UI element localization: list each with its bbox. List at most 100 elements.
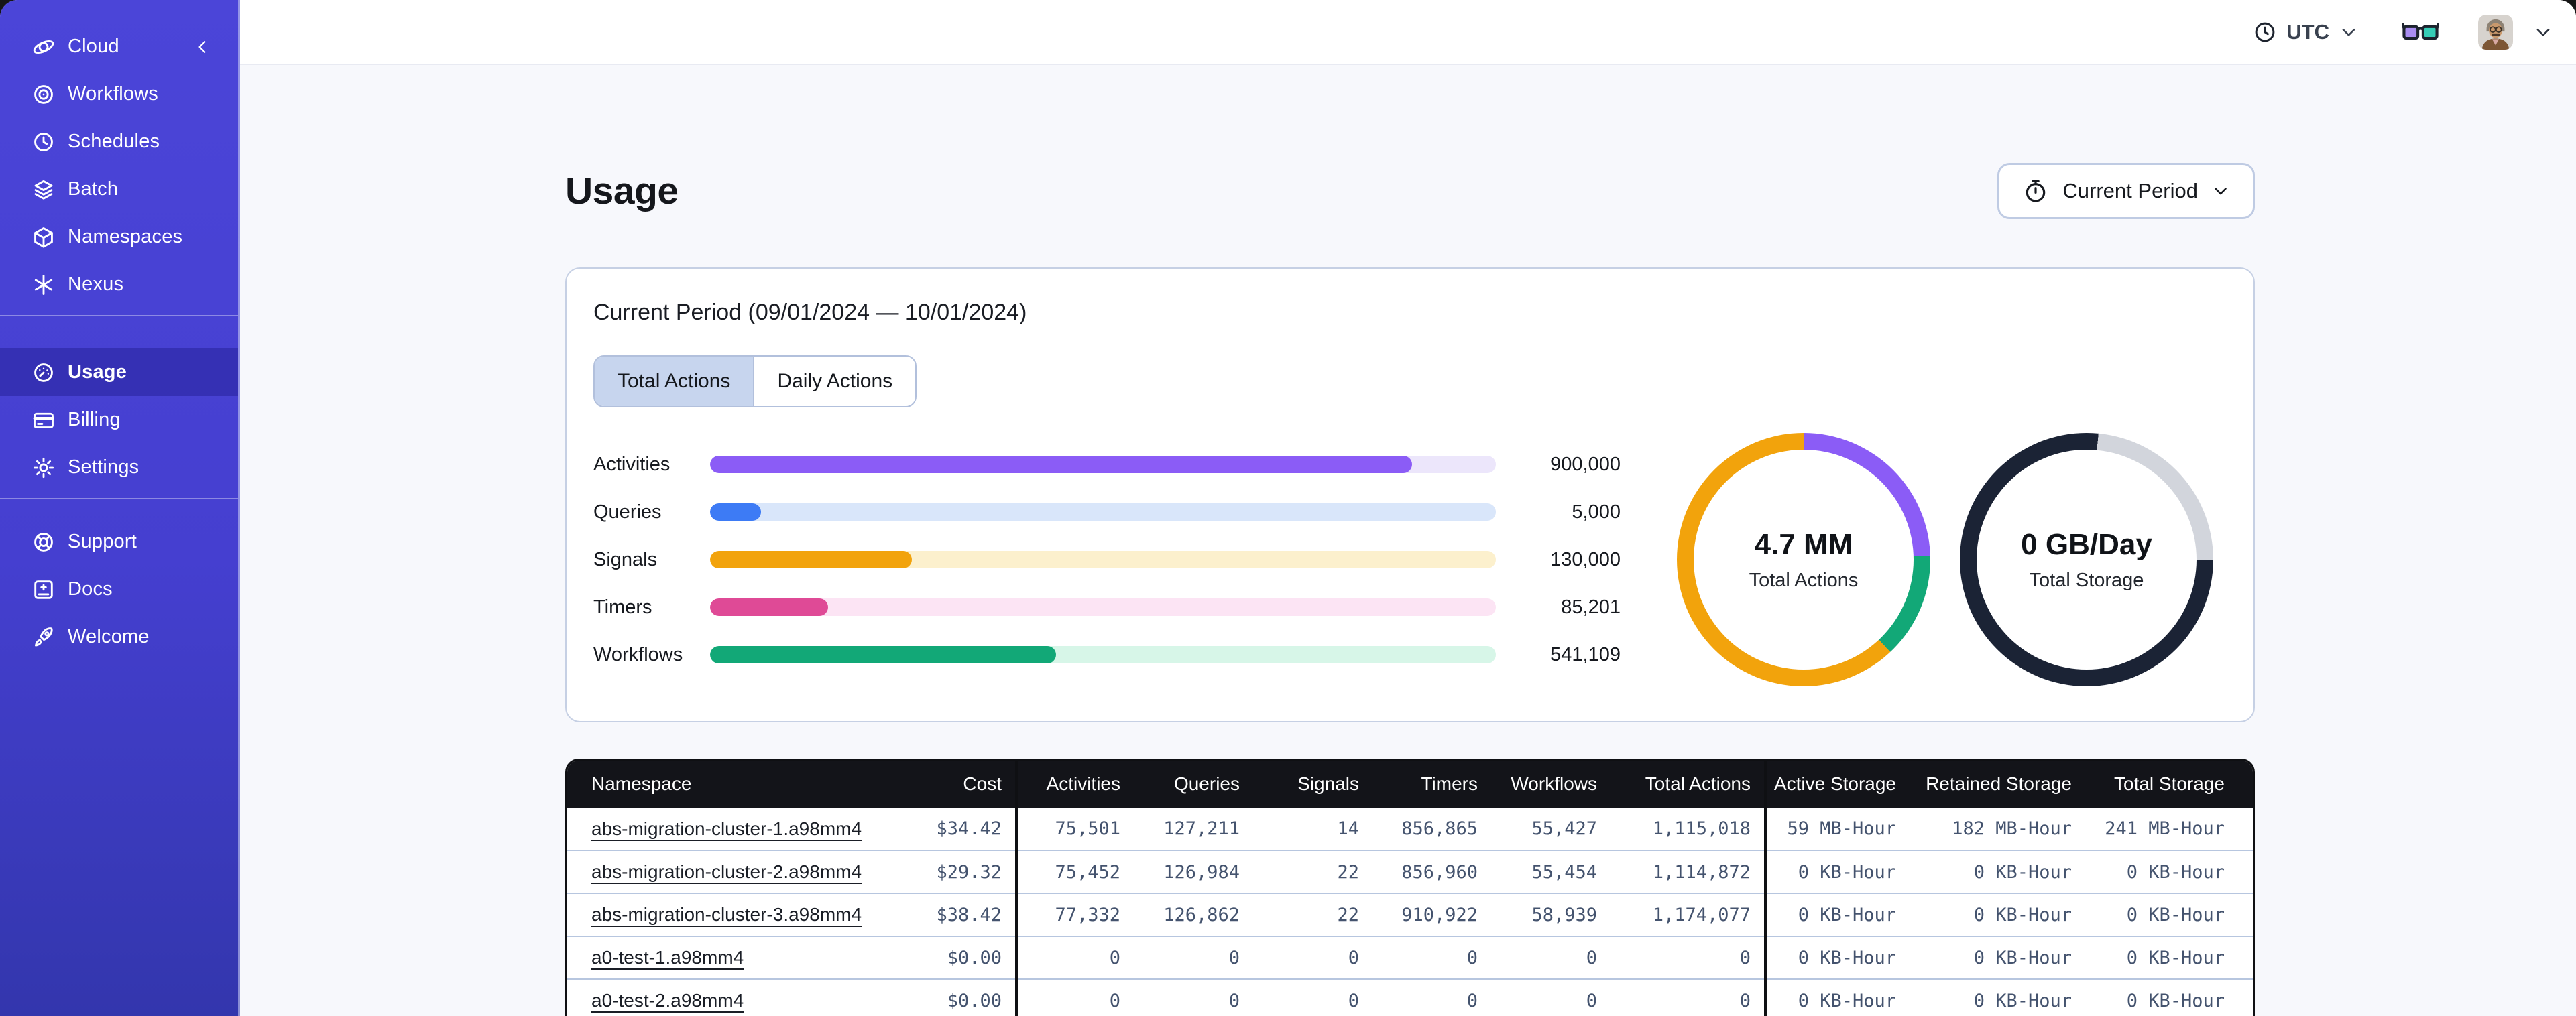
sidebar-item-label: Support — [68, 531, 137, 552]
bar-fill — [710, 646, 1056, 663]
sidebar-item-label: Batch — [68, 178, 119, 200]
timers-cell: 0 — [1372, 936, 1491, 979]
sidebar-item-docs[interactable]: Docs — [0, 566, 238, 613]
cost-cell: $29.32 — [872, 850, 1018, 893]
total-actions-cell: 0 — [1611, 978, 1767, 1016]
sidebar-item-label: Nexus — [68, 273, 124, 295]
bar-track — [710, 456, 1496, 473]
card-title: Current Period (09/01/2024 — 10/01/2024) — [593, 300, 1027, 325]
main-area: UTC Usage Current Period Current Period … — [240, 0, 2576, 1016]
actions-view-toggle: Total Actions Daily Actions — [593, 355, 917, 407]
signals-cell: 0 — [1253, 978, 1372, 1016]
namespace-link[interactable]: a0-test-1.a98mm4 — [591, 947, 744, 968]
cost-cell: $0.00 — [872, 936, 1018, 979]
sidebar-item-label: Settings — [68, 456, 139, 478]
sidebar-item-billing[interactable]: Billing — [0, 396, 238, 444]
retained-storage-cell: 0 KB-Hour — [1910, 850, 2085, 893]
temporal-logo-icon — [33, 40, 54, 54]
namespace-usage-table: Namespace Cost Activities Queries Signal… — [565, 759, 2255, 1016]
sidebar-item-settings[interactable]: Settings — [0, 444, 238, 491]
column-header-activities: Activities — [1016, 761, 1134, 808]
bar-track — [710, 503, 1496, 521]
active-storage-cell: 59 MB-Hour — [1765, 808, 1910, 850]
sidebar-item-label: Welcome — [68, 626, 150, 647]
total-actions-cell: 0 — [1611, 936, 1767, 979]
sidebar-item-cloud[interactable]: Cloud — [0, 23, 238, 70]
sidebar-item-nexus[interactable]: Nexus — [0, 261, 238, 308]
stopwatch-icon — [2026, 180, 2046, 202]
bar-row-queries: Queries 5,000 — [593, 501, 1621, 523]
table-row: a0-test-2.a98mm4 $0.00 0 0 0 0 0 0 0 KB-… — [567, 978, 2253, 1016]
avatar[interactable] — [2478, 14, 2513, 50]
nexus-asterisk-icon — [34, 274, 53, 295]
total-storage-label: Total Storage — [2029, 569, 2144, 591]
cost-cell: $38.42 — [872, 893, 1018, 936]
activities-cell: 0 — [1016, 936, 1134, 979]
user-menu-chevron-icon[interactable] — [2533, 22, 2553, 42]
tab-total-actions[interactable]: Total Actions — [595, 357, 754, 406]
sidebar-item-usage[interactable]: Usage — [0, 348, 238, 396]
active-storage-cell: 0 KB-Hour — [1765, 936, 1910, 979]
total-storage-cell: 241 MB-Hour — [2085, 808, 2253, 850]
bar-row-signals: Signals 130,000 — [593, 549, 1621, 571]
period-filter-button[interactable]: Current Period — [1997, 163, 2255, 219]
column-header-queries: Queries — [1134, 761, 1253, 808]
bar-fill — [710, 456, 1412, 473]
sidebar-item-workflows[interactable]: Workflows — [0, 70, 238, 118]
billing-card-icon — [33, 412, 54, 428]
cost-cell: $34.42 — [872, 808, 1018, 850]
signals-cell: 14 — [1253, 808, 1372, 850]
sidebar-item-batch[interactable]: Batch — [0, 166, 238, 213]
total-storage-cell: 0 KB-Hour — [2085, 893, 2253, 936]
welcome-rocket-icon — [35, 627, 53, 647]
namespace-link[interactable]: abs-migration-cluster-3.a98mm4 — [591, 904, 862, 925]
bar-label: Queries — [593, 501, 662, 523]
signals-cell: 22 — [1253, 850, 1372, 893]
total-actions-cell: 1,115,018 — [1611, 808, 1767, 850]
namespace-link[interactable]: abs-migration-cluster-2.a98mm4 — [591, 861, 862, 882]
timers-cell: 910,922 — [1372, 893, 1491, 936]
cost-cell: $0.00 — [872, 978, 1018, 1016]
column-header-active-storage: Active Storage — [1765, 761, 1910, 808]
clock-icon — [2255, 22, 2275, 42]
column-header-total-actions: Total Actions — [1611, 761, 1767, 808]
donut-center: 4.7 MM Total Actions — [1677, 433, 1930, 686]
sidebar-item-namespaces[interactable]: Namespaces — [0, 213, 238, 261]
table-row: abs-migration-cluster-1.a98mm4 $34.42 75… — [567, 808, 2253, 850]
timers-cell: 856,865 — [1372, 808, 1491, 850]
sidebar: Cloud Workflows Schedules Batch Namespac… — [0, 0, 240, 1016]
settings-gear-icon — [33, 457, 54, 478]
retained-storage-cell: 0 KB-Hour — [1910, 978, 2085, 1016]
timezone-selector[interactable]: UTC — [2253, 20, 2359, 44]
queries-cell: 0 — [1134, 936, 1253, 979]
page-content: Usage Current Period Current Period (09/… — [240, 65, 2576, 1016]
sidebar-item-welcome[interactable]: Welcome — [0, 613, 238, 661]
workflows-cell: 55,427 — [1491, 808, 1611, 850]
workflows-cell: 58,939 — [1491, 893, 1611, 936]
active-storage-cell: 0 KB-Hour — [1765, 893, 1910, 936]
support-lifebuoy-icon — [34, 532, 53, 552]
usage-bars: Activities 900,000 Queries 5,000 Signals… — [593, 454, 1621, 666]
topbar: UTC — [240, 0, 2576, 65]
bar-fill — [710, 503, 762, 521]
chevron-down-icon — [2342, 28, 2355, 36]
collapse-sidebar-icon[interactable] — [194, 38, 211, 56]
tab-daily-actions[interactable]: Daily Actions — [753, 357, 916, 406]
sidebar-item-support[interactable]: Support — [0, 518, 238, 566]
signals-cell: 0 — [1253, 936, 1372, 979]
active-storage-cell: 0 KB-Hour — [1765, 978, 1910, 1016]
sidebar-item-label: Workflows — [68, 83, 159, 105]
activities-cell: 75,452 — [1016, 850, 1134, 893]
glasses-icon[interactable] — [2402, 17, 2439, 47]
bar-track — [710, 551, 1496, 568]
active-storage-cell: 0 KB-Hour — [1765, 850, 1910, 893]
namespace-link[interactable]: abs-migration-cluster-1.a98mm4 — [591, 818, 862, 839]
total-actions-cell: 1,174,077 — [1611, 893, 1767, 936]
sidebar-item-schedules[interactable]: Schedules — [0, 118, 238, 166]
namespaces-cube-icon — [34, 227, 53, 248]
queries-cell: 126,984 — [1134, 850, 1253, 893]
schedules-icon — [34, 132, 53, 151]
activities-cell: 75,501 — [1016, 808, 1134, 850]
namespace-link[interactable]: a0-test-2.a98mm4 — [591, 990, 744, 1011]
usage-charts: Activities 900,000 Queries 5,000 Signals… — [593, 433, 2227, 686]
